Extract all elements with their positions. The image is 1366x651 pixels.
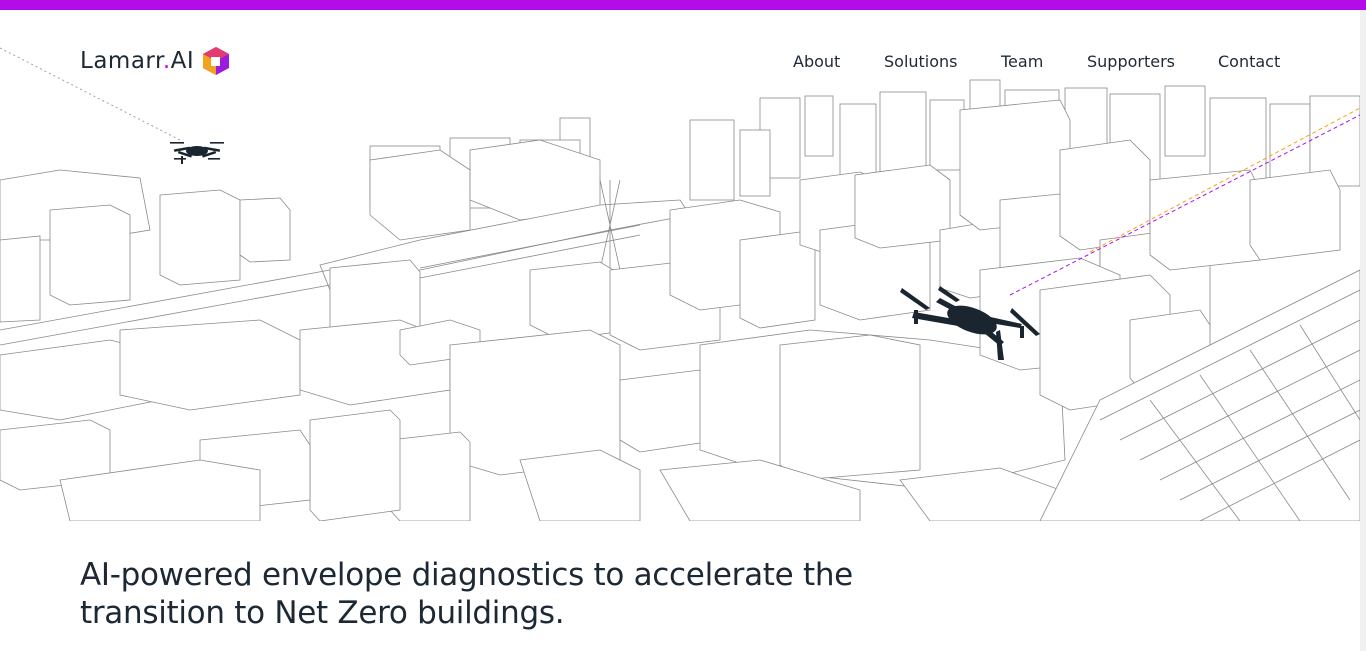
site-header: Lamarr.AI xyxy=(0,10,1366,90)
drone-icon xyxy=(170,142,224,164)
drone-icon xyxy=(900,286,1040,360)
nav-item-supporters[interactable]: Supporters xyxy=(1087,52,1175,71)
tagline-line-1: AI-powered envelope diagnostics to accel… xyxy=(80,557,853,593)
nav-item-contact[interactable]: Contact xyxy=(1218,52,1280,71)
nav-item-about[interactable]: About xyxy=(793,52,840,71)
hero-tagline: AI-powered envelope diagnostics to accel… xyxy=(80,556,900,632)
page-scrollbar[interactable] xyxy=(1360,10,1366,651)
main-nav: About Solutions Team Supporters Contact xyxy=(0,52,1366,74)
tagline-line-2: transition to Net Zero buildings. xyxy=(80,595,565,631)
nav-item-team[interactable]: Team xyxy=(1001,52,1043,71)
nav-item-solutions[interactable]: Solutions xyxy=(884,52,958,71)
